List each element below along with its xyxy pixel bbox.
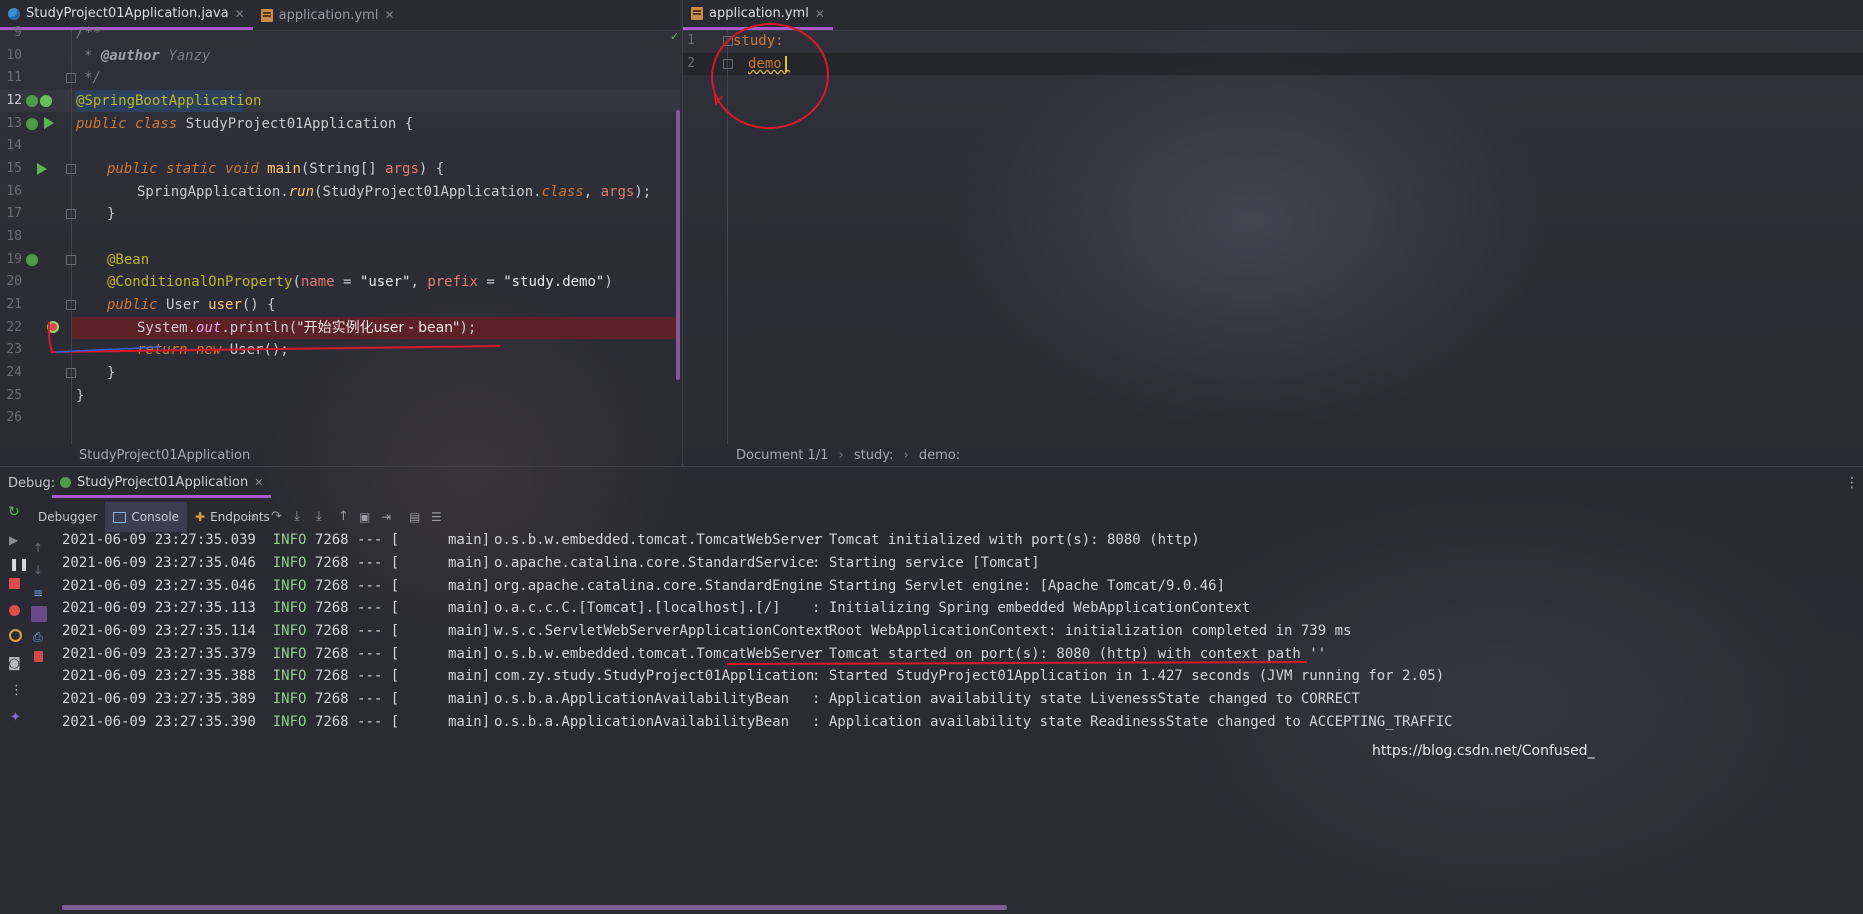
annotation-underline [47, 321, 501, 354]
annotation-log-underline [726, 661, 1308, 665]
annotation-circle [711, 22, 829, 130]
hand-drawn-annotations [47, 22, 1308, 665]
